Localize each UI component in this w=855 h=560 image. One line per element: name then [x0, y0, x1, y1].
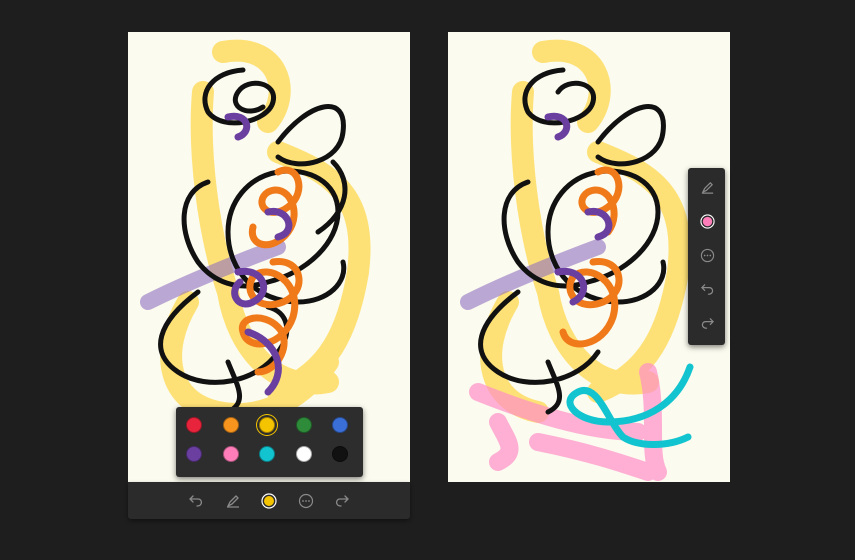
color-dot-icon	[699, 213, 715, 229]
highlighter-button[interactable]	[222, 490, 244, 512]
redo-icon	[335, 495, 349, 507]
swatch-orange[interactable]	[223, 417, 239, 433]
redo-button[interactable]	[696, 312, 718, 334]
swatch-cyan[interactable]	[259, 446, 275, 462]
undo-icon	[700, 283, 713, 295]
swatch-blue[interactable]	[332, 417, 348, 433]
swatch-white[interactable]	[296, 446, 312, 462]
undo-button[interactable]	[696, 278, 718, 300]
swatch-yellow[interactable]	[259, 417, 275, 433]
more-button[interactable]	[696, 244, 718, 266]
highlighter-icon	[701, 181, 713, 194]
color-dot-icon	[261, 493, 277, 509]
more-button[interactable]	[295, 490, 317, 512]
redo-icon	[701, 317, 714, 329]
color-picker-button[interactable]	[696, 210, 718, 232]
more-icon	[298, 493, 314, 509]
swatch-green[interactable]	[296, 417, 312, 433]
color-picker-button[interactable]	[258, 490, 280, 512]
swatch-red[interactable]	[186, 417, 202, 433]
swatch-black[interactable]	[332, 446, 348, 462]
swatch-pink[interactable]	[223, 446, 239, 462]
undo-button[interactable]	[185, 490, 207, 512]
redo-button[interactable]	[331, 490, 353, 512]
color-palette-popover	[176, 407, 363, 477]
highlighter-button[interactable]	[696, 176, 718, 198]
more-icon	[700, 248, 714, 262]
side-toolbar	[688, 168, 725, 345]
undo-icon	[189, 495, 203, 507]
bottom-toolbar	[128, 482, 410, 519]
swatch-purple[interactable]	[186, 446, 202, 462]
highlighter-icon	[227, 495, 239, 508]
